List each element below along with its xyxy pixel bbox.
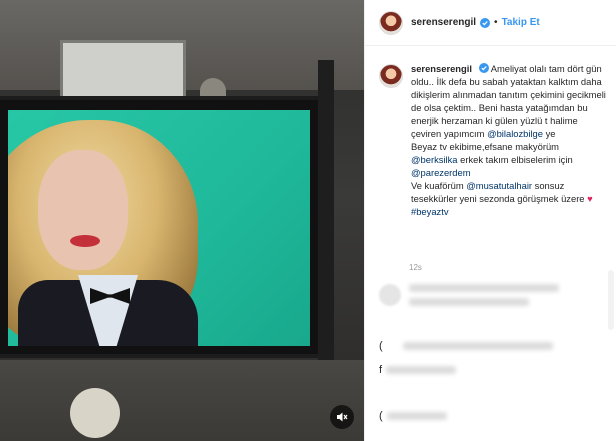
heart-emoji-icon: ♥ <box>587 193 593 204</box>
woman-lips <box>70 235 100 247</box>
monitor-screen <box>8 110 310 346</box>
comment-fragment: f <box>379 364 383 376</box>
blurred-comment-text <box>409 284 559 292</box>
caption-text: serenserengil Ameliyat olalı tam dört gü… <box>411 62 607 218</box>
comment-item: ( <box>379 340 553 352</box>
comment-item <box>379 284 559 306</box>
post-timestamp: 12s <box>409 263 422 272</box>
mention-link[interactable]: @bilalozbilge <box>487 128 543 139</box>
speaker-muted-icon <box>337 412 348 422</box>
tv-monitor <box>0 96 324 358</box>
post-video[interactable] <box>0 0 364 441</box>
comment-fragment: ( <box>379 410 383 422</box>
caption-part-5: Ve kuaförüm <box>411 180 464 191</box>
comment-item: ( <box>379 410 447 422</box>
instagram-post: serenserengil • Takip Et serenserengil A… <box>0 0 616 441</box>
verified-badge-icon <box>480 17 491 28</box>
hashtag-link[interactable]: #beyaztv <box>411 206 449 217</box>
blurred-comment-text <box>386 412 447 420</box>
caption-username[interactable]: serenserengil <box>411 63 472 74</box>
comment-fragment: ( <box>379 340 383 352</box>
post-header: serenserengil • Takip Et <box>365 0 616 46</box>
username-link[interactable]: serenserengil <box>411 17 476 28</box>
blurred-comment-text <box>386 366 457 374</box>
post-caption: serenserengil Ameliyat olalı tam dört gü… <box>379 62 611 218</box>
post-sidebar: serenserengil • Takip Et serenserengil A… <box>364 0 616 441</box>
mention-link[interactable]: @berksilka <box>411 154 458 165</box>
background-floor <box>0 360 364 441</box>
caption-part-3: Beyaz tv ekibime,efsane makyörüm <box>411 141 559 152</box>
separator-dot: • <box>494 17 498 28</box>
caption-avatar[interactable] <box>379 64 403 88</box>
avatar[interactable] <box>379 10 403 35</box>
comment-item: f <box>379 364 457 376</box>
mention-link[interactable]: @parezerdem <box>411 167 471 178</box>
caption-part-2: ye <box>545 128 556 139</box>
comments-scrollbar[interactable] <box>608 270 614 330</box>
mute-button[interactable] <box>330 405 354 429</box>
blurred-comment-text <box>402 342 553 350</box>
comment-avatar[interactable] <box>379 284 401 306</box>
woman-face <box>38 150 128 270</box>
follow-button[interactable]: Takip Et <box>502 17 540 28</box>
mention-link[interactable]: @musatutalhair <box>466 180 532 191</box>
verified-badge-icon <box>478 63 489 73</box>
blurred-comment-text <box>409 298 529 306</box>
caption-part-4: erkek takım elbiselerim için <box>460 154 573 165</box>
background-clock <box>70 388 120 438</box>
